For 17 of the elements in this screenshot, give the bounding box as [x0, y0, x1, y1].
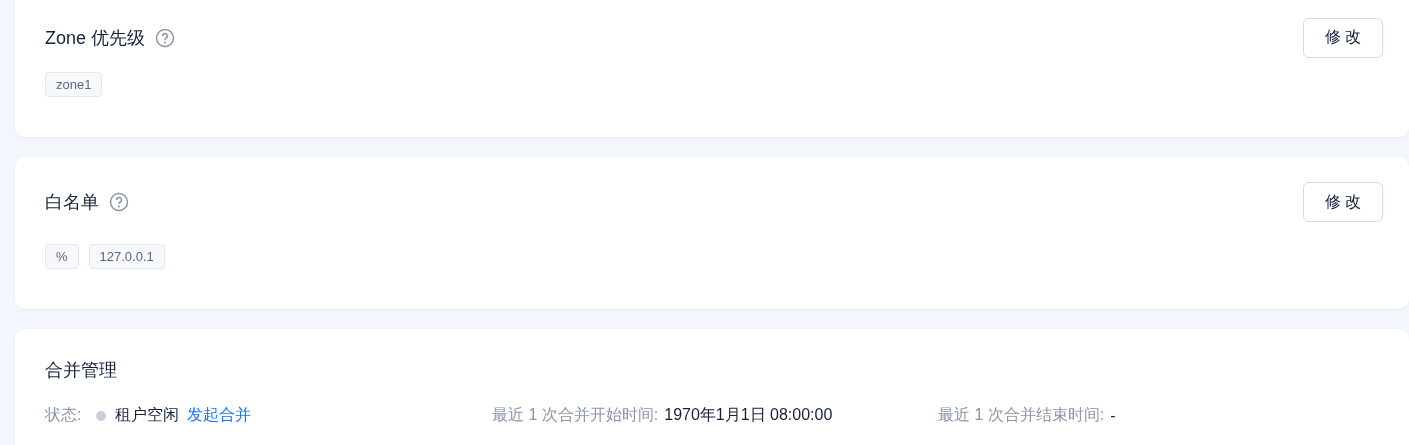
start-merge-link[interactable]: 发起合并 — [187, 405, 252, 426]
tag: zone1 — [45, 72, 103, 97]
field-label: 最近 1 次合并开始时间: — [492, 405, 659, 425]
edit-button[interactable]: 修 改 — [1303, 17, 1383, 58]
tag: 127.0.0.1 — [88, 244, 165, 269]
help-icon[interactable] — [109, 192, 129, 212]
help-icon[interactable] — [155, 27, 176, 48]
tag: % — [45, 244, 79, 269]
section-title: 白名单 — [45, 191, 99, 214]
section-title: 合并管理 — [45, 359, 117, 382]
field-label: 状态: — [45, 405, 82, 425]
field-value: - — [1110, 406, 1116, 425]
section-title: Zone 优先级 — [45, 26, 146, 50]
field-value: 1970年1月1日 08:00:00 — [664, 405, 833, 425]
field-label: 最近 1 次合并结束时间: — [938, 405, 1105, 425]
edit-button[interactable]: 修 改 — [1303, 182, 1383, 222]
status-text: 租户空闲 — [115, 405, 180, 425]
